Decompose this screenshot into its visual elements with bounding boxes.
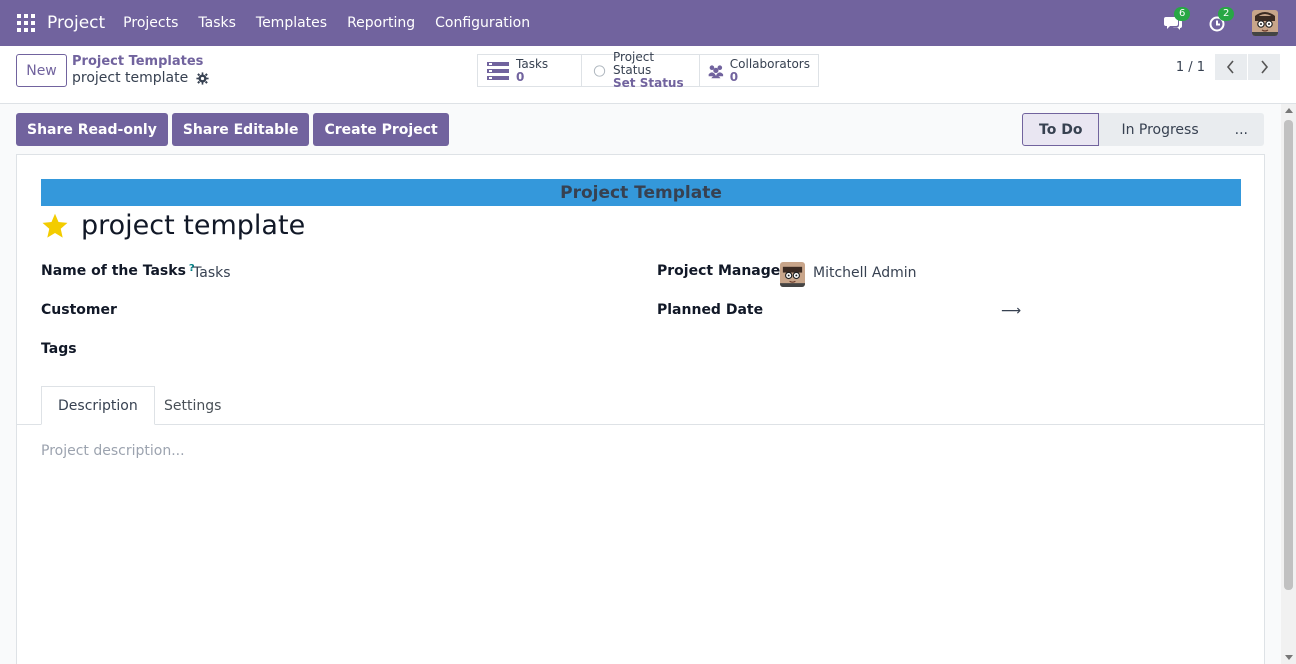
chevron-left-icon xyxy=(1226,60,1234,74)
messages-button[interactable]: 6 xyxy=(1164,7,1191,33)
stage-more-button[interactable]: ... xyxy=(1214,113,1264,146)
apps-menu-icon[interactable] xyxy=(17,14,35,32)
project-status-label: Project Status xyxy=(613,50,655,77)
stage-in-progress[interactable]: In Progress xyxy=(1099,113,1215,146)
tasks-icon xyxy=(487,61,509,80)
control-panel: New Project Templates project template T… xyxy=(0,46,1296,104)
pager-value[interactable]: 1 / 1 xyxy=(1176,60,1205,75)
menu-item-projects[interactable]: Projects xyxy=(113,15,188,31)
name-of-tasks-label: Name of the Tasks? xyxy=(41,263,195,279)
stage-todo[interactable]: To Do xyxy=(1022,113,1100,146)
page-scrollbar[interactable] xyxy=(1281,104,1296,664)
gear-icon[interactable] xyxy=(196,71,209,85)
navbar-systray: 6 2 xyxy=(1164,0,1296,46)
description-editor[interactable]: Project description... xyxy=(41,443,185,459)
customer-label: Customer xyxy=(41,302,117,318)
new-button[interactable]: New xyxy=(16,54,67,87)
activities-button[interactable]: 2 xyxy=(1208,7,1235,33)
tasks-smart-button[interactable]: Tasks 0 xyxy=(478,55,582,86)
notebook-tabs: Description Settings xyxy=(17,386,1264,425)
title-row: project template xyxy=(41,210,305,241)
scroll-down-arrow-icon[interactable] xyxy=(1285,655,1293,660)
name-of-tasks-field[interactable]: Tasks xyxy=(193,265,231,281)
form-action-buttons: Share Read-only Share Editable Create Pr… xyxy=(16,113,453,146)
breadcrumb-project-templates[interactable]: Project Templates xyxy=(72,54,203,69)
menu-item-tasks[interactable]: Tasks xyxy=(188,15,246,31)
project-manager-label: Project Manager xyxy=(657,263,788,279)
date-range-arrow-icon: ⟶ xyxy=(1001,303,1022,319)
manager-avatar xyxy=(780,262,805,287)
pager-previous-button[interactable] xyxy=(1215,54,1247,80)
share-readonly-button[interactable]: Share Read-only xyxy=(16,113,168,146)
project-manager-field[interactable]: Mitchell Admin xyxy=(813,265,917,281)
form-sheet: Project Template project template Name o… xyxy=(16,154,1265,664)
breadcrumb-current: project template xyxy=(72,70,209,86)
tasks-smart-label: Tasks xyxy=(516,56,549,71)
collaborators-label: Collaborators xyxy=(729,56,810,71)
collaborators-smart-button[interactable]: Collaborators 0 xyxy=(700,55,818,86)
scrollbar-thumb[interactable] xyxy=(1284,120,1293,590)
top-navbar: Project Projects Tasks Templates Reporti… xyxy=(0,0,1296,46)
stage-statusbar: To Do In Progress ... xyxy=(1022,113,1264,146)
status-circle-icon xyxy=(593,64,606,77)
menu-item-templates[interactable]: Templates xyxy=(246,15,337,31)
collaborators-value: 0 xyxy=(729,69,739,84)
activities-count-badge: 2 xyxy=(1218,7,1235,21)
pager-next-button[interactable] xyxy=(1248,54,1280,80)
smart-buttons: Tasks 0 Project Status Set Status Collab… xyxy=(477,51,819,90)
share-editable-button[interactable]: Share Editable xyxy=(171,113,310,146)
planned-date-label: Planned Date xyxy=(657,302,764,318)
tab-description[interactable]: Description xyxy=(41,386,155,425)
app-name[interactable]: Project xyxy=(47,13,105,33)
user-avatar[interactable] xyxy=(1252,10,1278,36)
tags-label: Tags xyxy=(41,341,77,357)
main-menu: Projects Tasks Templates Reporting Confi… xyxy=(113,15,540,31)
tab-settings[interactable]: Settings xyxy=(148,386,237,425)
users-icon xyxy=(708,64,724,78)
project-title[interactable]: project template xyxy=(81,210,305,241)
messages-count-badge: 6 xyxy=(1174,7,1191,21)
menu-item-configuration[interactable]: Configuration xyxy=(425,15,540,31)
pager: 1 / 1 xyxy=(1176,54,1280,80)
chevron-right-icon xyxy=(1261,60,1269,74)
template-ribbon: Project Template xyxy=(41,179,1241,206)
project-status-value: Set Status xyxy=(613,76,684,90)
tasks-smart-value: 0 xyxy=(516,69,525,84)
create-project-button[interactable]: Create Project xyxy=(313,113,449,146)
project-status-smart-button[interactable]: Project Status Set Status xyxy=(582,51,700,90)
scroll-up-arrow-icon[interactable] xyxy=(1285,108,1293,113)
menu-item-reporting[interactable]: Reporting xyxy=(337,15,425,31)
favorite-star-icon[interactable] xyxy=(41,212,69,240)
record-name: project template xyxy=(72,70,189,86)
